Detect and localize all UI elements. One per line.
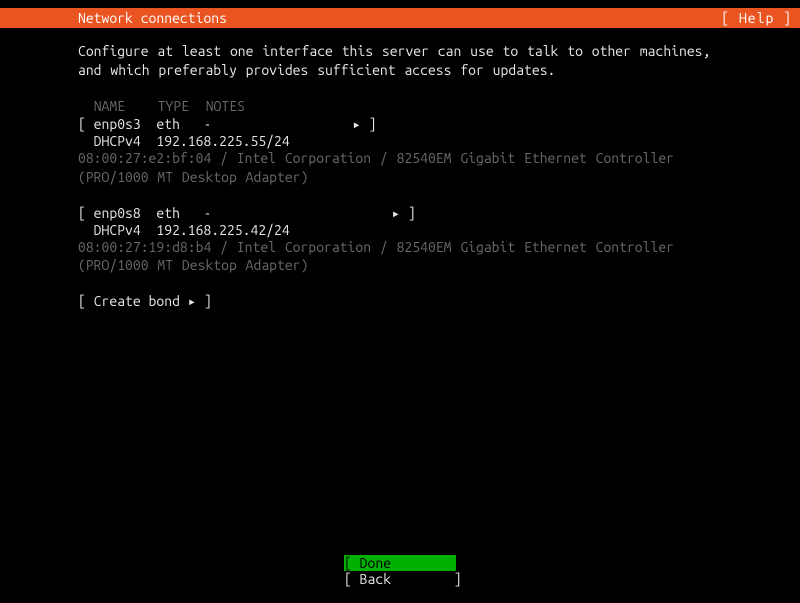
- header-bar: Network connections [ Help ]: [0, 8, 800, 28]
- done-button[interactable]: [ Done ]: [344, 555, 456, 571]
- interface-row[interactable]: [ enp0s8 eth - ▸ ]: [78, 205, 722, 222]
- back-button[interactable]: [ Back ]: [344, 571, 456, 587]
- help-button[interactable]: [ Help ]: [721, 10, 792, 26]
- interface-address: DHCPv4 192.168.225.55/24: [78, 133, 722, 149]
- interface-block: [ enp0s8 eth - ▸ ] DHCPv4 192.168.225.42…: [78, 205, 722, 276]
- col-type: TYPE: [158, 98, 206, 114]
- interface-row[interactable]: [ enp0s3 eth - ▸ ]: [78, 116, 722, 133]
- footer-buttons: [ Done ] [ Back ]: [0, 555, 800, 587]
- interface-hardware: 08:00:27:e2:bf:04 / Intel Corporation / …: [78, 149, 722, 187]
- main-content: Configure at least one interface this se…: [0, 28, 800, 310]
- col-notes: NOTES: [206, 98, 245, 114]
- create-bond-button[interactable]: [ Create bond ▸ ]: [78, 293, 722, 310]
- interface-block: [ enp0s3 eth - ▸ ] DHCPv4 192.168.225.55…: [78, 116, 722, 187]
- interface-address: DHCPv4 192.168.225.42/24: [78, 222, 722, 238]
- page-title: Network connections: [78, 10, 227, 26]
- description-text: Configure at least one interface this se…: [78, 42, 722, 80]
- col-name: NAME: [94, 98, 158, 114]
- interface-hardware: 08:00:27:19:d8:b4 / Intel Corporation / …: [78, 238, 722, 276]
- columns-header: NAMETYPENOTES: [78, 98, 722, 114]
